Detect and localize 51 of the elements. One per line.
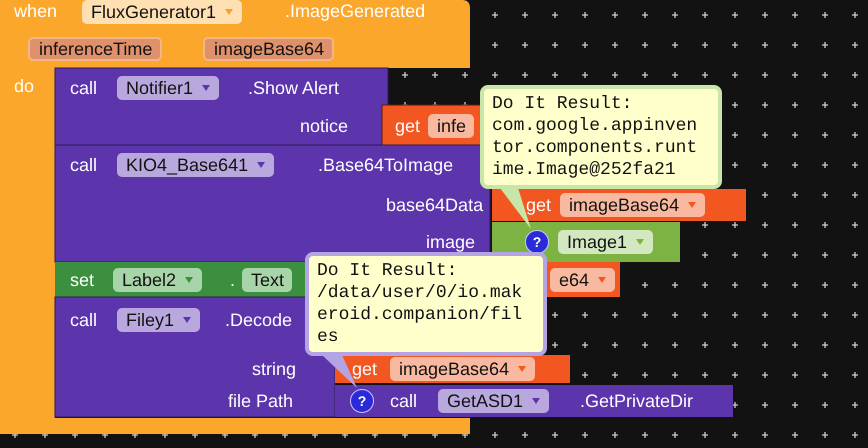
component-dropdown[interactable]: Image1 [558, 230, 654, 254]
method-block[interactable] [54, 144, 490, 262]
separator: . [230, 269, 236, 291]
method-name: .GetPrivateDir [580, 390, 694, 412]
caret-icon [687, 201, 698, 209]
parameter-chip[interactable]: imageBase64 [203, 37, 334, 61]
socket-label: image [426, 231, 476, 253]
method-name: .Base64ToImage [318, 154, 454, 176]
socket-label: base64Data [386, 194, 484, 216]
caret-icon [635, 238, 646, 246]
socket-label: string [252, 358, 296, 380]
caret-icon [256, 161, 266, 169]
caret-icon [517, 365, 528, 373]
caret-icon [182, 316, 192, 324]
result-heading: Do It Result: [492, 93, 634, 115]
component-dropdown[interactable]: FluxGenerator1 [82, 0, 242, 24]
caret-icon [224, 8, 234, 16]
result-value: /data/user/0/io.makeroid.companion/files [317, 282, 524, 348]
block-keyword: call [70, 154, 98, 176]
block-keyword: set [70, 269, 94, 291]
result-value: com.google.appinventor.components.runtime.Image@252fa21 [492, 115, 698, 181]
block-keyword: call [70, 77, 98, 99]
component-dropdown[interactable]: Filey1 [117, 308, 200, 332]
method-name: .Decode [225, 309, 292, 331]
caret-icon [531, 397, 542, 405]
caret-icon [184, 276, 194, 284]
parameter-chip[interactable]: inferenceTime [28, 37, 162, 61]
component-dropdown[interactable]: Label2 [113, 268, 202, 292]
variable-dropdown[interactable]: imageBase64 [390, 357, 536, 381]
socket-label: notice [300, 115, 348, 137]
variable-dropdown[interactable]: infe [428, 114, 474, 138]
block-keyword: get [526, 194, 552, 216]
result-heading: Do It Result: [317, 260, 458, 282]
caret-icon [597, 276, 608, 284]
component-dropdown[interactable]: Notifier1 [117, 76, 220, 100]
block-keyword: call [390, 390, 418, 412]
event-name: .ImageGenerated [285, 0, 426, 22]
block-keyword: when [14, 0, 58, 22]
variable-dropdown[interactable]: imageBase64 [560, 193, 706, 217]
component-dropdown[interactable]: KIO4_Base641 [117, 153, 274, 177]
block-keyword: do [14, 75, 34, 97]
property-dropdown[interactable]: Text [242, 268, 292, 292]
component-dropdown[interactable]: GetASD1 [438, 389, 550, 413]
method-block[interactable] [54, 68, 388, 146]
caret-icon [201, 84, 212, 92]
method-name: .Show Alert [248, 77, 340, 99]
block-keyword: get [352, 358, 378, 380]
socket-label: file Path [228, 390, 294, 412]
variable-dropdown[interactable]: e64 [550, 268, 616, 292]
block-keyword: get [395, 115, 420, 137]
block-keyword: call [70, 309, 98, 331]
